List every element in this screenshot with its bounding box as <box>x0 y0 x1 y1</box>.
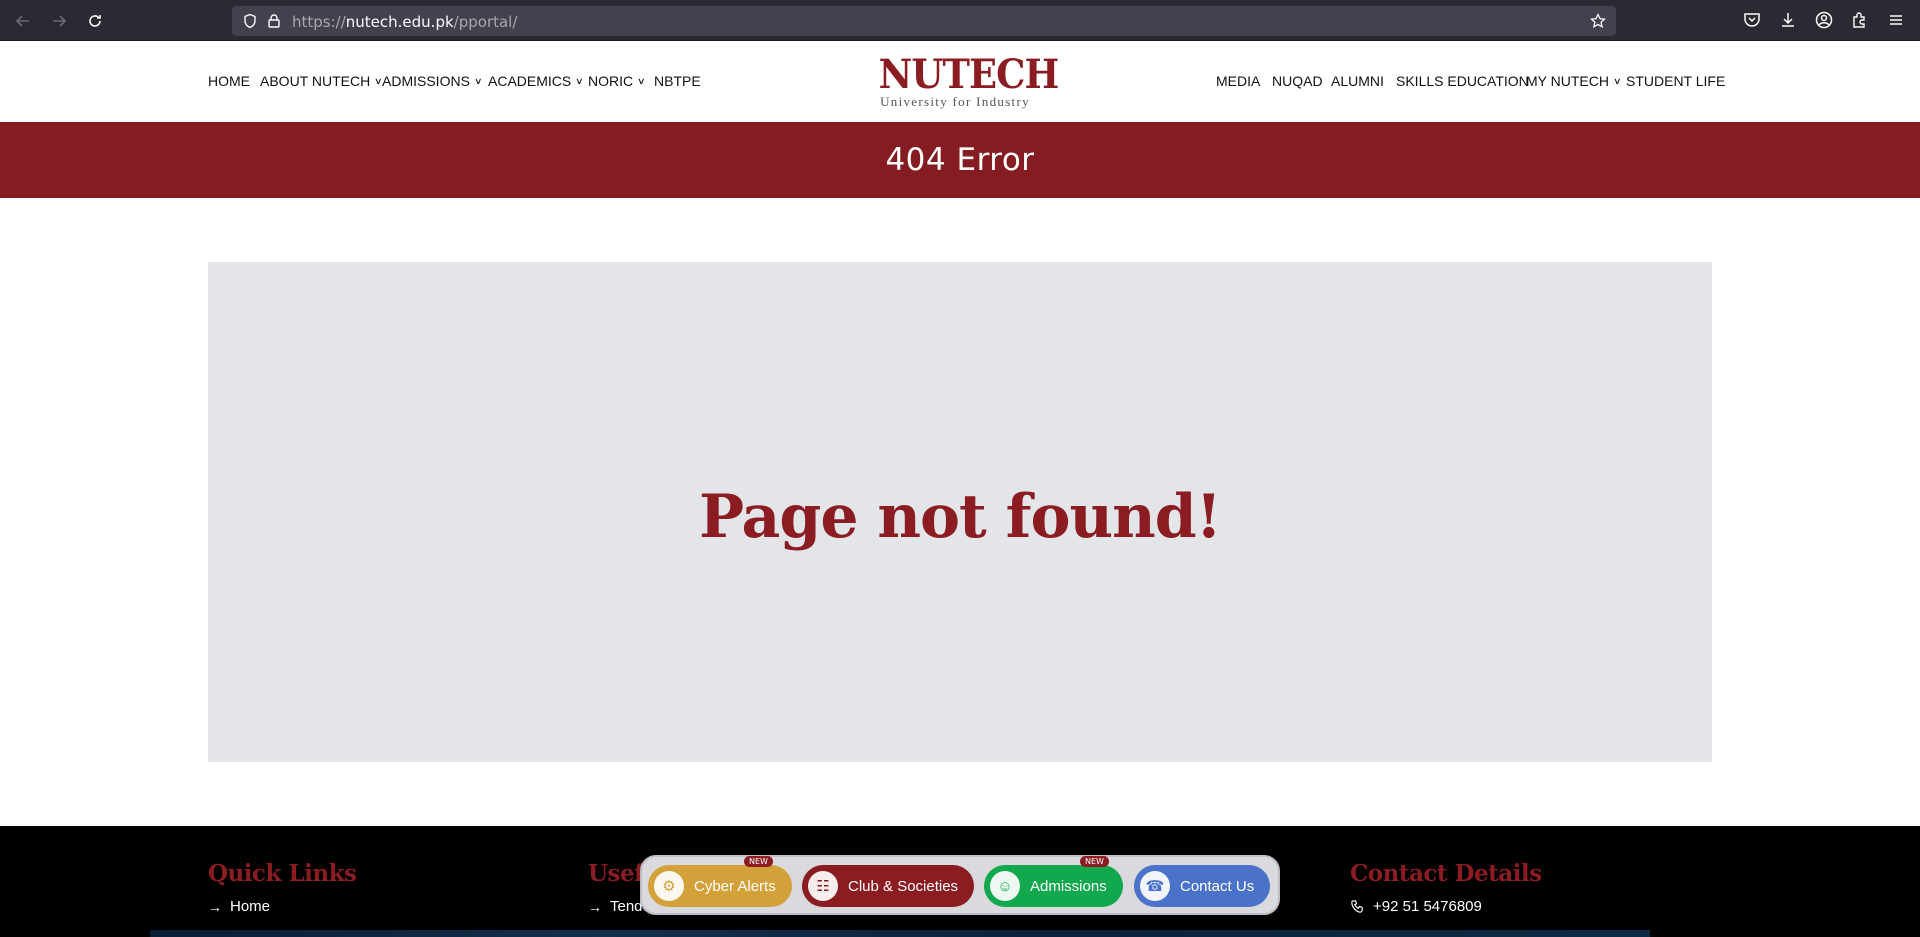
club-societies-button[interactable]: ☷ Club & Societies <box>802 865 975 907</box>
footer-decoration <box>150 930 1650 937</box>
forward-arrow-icon <box>53 15 67 27</box>
graduate-icon: ☺ <box>990 871 1020 901</box>
nav-academics[interactable]: ACADEMICS ∨ <box>488 73 584 89</box>
nav-label: SKILLS EDUCATION <box>1396 73 1529 89</box>
nav-label: HOME <box>208 73 250 89</box>
quick-links-heading: Quick Links <box>208 860 357 887</box>
url-scheme: https:// <box>292 13 346 31</box>
admissions-button[interactable]: ☺ Admissions NEW <box>984 856 1123 907</box>
nav-label: ALUMNI <box>1331 73 1384 89</box>
chevron-down-icon: ∨ <box>637 75 646 86</box>
forward-button[interactable] <box>46 8 72 34</box>
back-button[interactable] <box>10 8 36 34</box>
logo-wordmark: NUTECH <box>878 51 1060 98</box>
nutech-logo[interactable]: NUTECH University for Industry <box>872 51 1060 109</box>
nav-about-nutech[interactable]: ABOUT NUTECH ∨ <box>260 73 383 89</box>
nav-nuqad[interactable]: NUQAD <box>1272 73 1323 89</box>
contact-phone-text: +92 51 5476809 <box>1373 898 1482 915</box>
reload-icon <box>89 15 101 27</box>
nav-skills-education[interactable]: SKILLS EDUCATION <box>1396 73 1529 89</box>
chevron-down-icon: ∨ <box>1612 75 1622 86</box>
dock-label: Admissions <box>1030 877 1107 895</box>
lock-icon[interactable] <box>266 13 282 29</box>
nav-label: ADMISSIONS <box>382 73 470 89</box>
footer-link-label: Home <box>230 898 271 915</box>
nav-nbtpe[interactable]: NBTPE <box>654 73 701 89</box>
reload-button[interactable] <box>82 8 108 34</box>
nav-label: ABOUT NUTECH <box>260 73 371 89</box>
pocket-icon[interactable] <box>1742 10 1762 30</box>
new-badge: NEW <box>1080 856 1109 867</box>
cyber-alerts-button[interactable]: ⚙ Cyber Alerts NEW <box>648 856 792 907</box>
address-bar[interactable]: https://nutech.edu.pk/pportal/ <box>232 6 1616 36</box>
quick-action-dock: ⚙ Cyber Alerts NEW ☷ Club & Societies ☺ … <box>640 855 1280 915</box>
nav-noric[interactable]: NORIC ∨ <box>588 73 646 89</box>
footer-link-home[interactable]: → Home <box>208 898 270 915</box>
not-found-message: Page not found! <box>698 482 1222 552</box>
nav-label: NUQAD <box>1272 73 1323 89</box>
nav-label: ACADEMICS <box>488 73 572 89</box>
page-banner: 404 Error <box>0 122 1920 198</box>
nav-label: MY NUTECH <box>1526 73 1609 89</box>
contact-us-button[interactable]: ☎ Contact Us <box>1134 865 1271 907</box>
nav-alumni[interactable]: ALUMNI <box>1331 73 1384 89</box>
nav-label: STUDENT LIFE <box>1626 73 1726 89</box>
dock-label: Contact Us <box>1180 877 1255 895</box>
dock-label: Club & Societies <box>848 877 959 895</box>
contact-details-heading: Contact Details <box>1350 860 1542 887</box>
arrow-right-icon: → <box>588 898 602 915</box>
dock-label: Cyber Alerts <box>694 877 776 895</box>
nav-label: NBTPE <box>654 73 701 89</box>
url-path: /pportal/ <box>453 13 518 31</box>
error-panel: Page not found! <box>208 262 1712 762</box>
nav-home[interactable]: HOME <box>208 73 250 89</box>
phone-icon: ☎ <box>1140 871 1170 901</box>
browser-toolbar: https://nutech.edu.pk/pportal/ <box>0 0 1920 41</box>
account-icon[interactable] <box>1814 10 1834 30</box>
nav-label: NORIC <box>588 73 634 89</box>
shield-icon[interactable] <box>242 13 258 29</box>
footer-contact-phone[interactable]: +92 51 5476809 <box>1350 898 1482 915</box>
nav-student-life[interactable]: STUDENT LIFE <box>1626 73 1725 89</box>
bookmark-star-icon[interactable] <box>1590 13 1606 29</box>
extensions-icon[interactable] <box>1850 10 1870 30</box>
nav-admissions[interactable]: ADMISSIONS ∨ <box>382 73 482 89</box>
chevron-down-icon: ∨ <box>575 75 584 86</box>
nav-media[interactable]: MEDIA <box>1216 73 1260 89</box>
nav-label: MEDIA <box>1216 73 1261 89</box>
menu-icon[interactable] <box>1886 10 1906 30</box>
url-domain: nutech.edu.pk <box>345 13 454 31</box>
download-icon[interactable] <box>1778 10 1798 30</box>
alert-icon: ⚙ <box>654 871 684 901</box>
newspaper-icon: ☷ <box>808 871 838 901</box>
new-badge: NEW <box>744 856 773 867</box>
phone-icon <box>1351 900 1363 913</box>
url-text[interactable]: https://nutech.edu.pk/pportal/ <box>292 13 517 31</box>
arrow-right-icon: → <box>208 898 222 915</box>
back-arrow-icon <box>15 15 29 27</box>
nav-my-nutech[interactable]: MY NUTECH ∨ <box>1526 73 1622 89</box>
site-header: HOME ABOUT NUTECH ∨ ADMISSIONS ∨ ACADEMICS… <box>0 41 1920 122</box>
chevron-down-icon: ∨ <box>473 75 483 86</box>
page-title: 404 Error <box>885 142 1035 178</box>
